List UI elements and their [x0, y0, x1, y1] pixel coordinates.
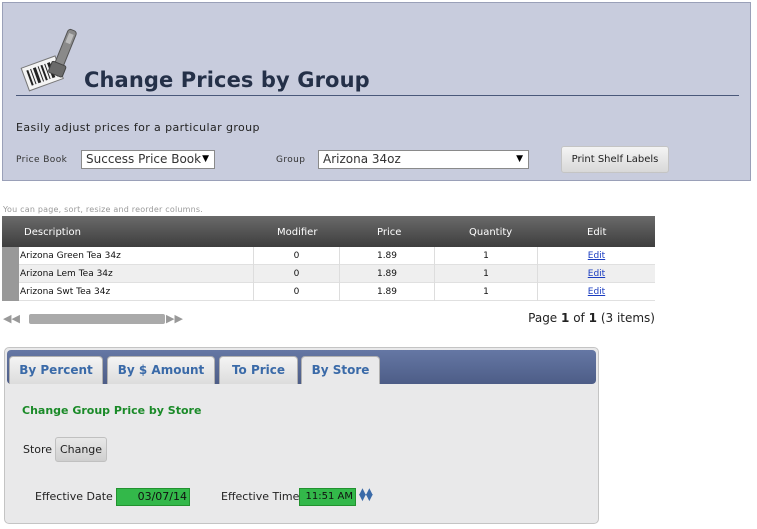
double-arrow-left-icon[interactable]: ◀◀ — [3, 312, 20, 326]
price-book-value: Success Price Book — [86, 152, 202, 166]
edit-link[interactable]: Edit — [588, 251, 605, 261]
cell-price: 1.89 — [340, 247, 435, 265]
tab-by-amount[interactable]: By $ Amount — [107, 356, 215, 384]
grid-body: Arizona Green Tea 34z 0 1.89 1 Edit Ariz… — [2, 247, 655, 302]
group-select[interactable]: Arizona 34oz ▼ — [318, 150, 529, 169]
cell-description: Arizona Swt Tea 34z — [19, 283, 254, 301]
tab-by-store[interactable]: By Store — [301, 356, 380, 384]
store-label: Store — [23, 443, 53, 456]
triangle-down-icon: ▼ — [202, 154, 209, 164]
cell-quantity: 1 — [435, 247, 538, 265]
page-current: 1 — [561, 311, 570, 325]
cell-description: Arizona Lem Tea 34z — [19, 265, 254, 283]
grid-header: Description Modifier Price Quantity Edit — [2, 216, 655, 247]
item-count: (3 items) — [600, 311, 655, 325]
triangle-down-icon: ▼ — [516, 154, 523, 164]
page-word: Page — [528, 311, 558, 325]
column-header-quantity[interactable]: Quantity — [469, 227, 512, 238]
page-total: 1 — [588, 311, 597, 325]
table-row: Arizona Green Tea 34z 0 1.89 1 Edit — [2, 247, 655, 265]
table-row: Arizona Swt Tea 34z 0 1.89 1 Edit — [2, 283, 655, 301]
cell-modifier: 0 — [254, 283, 340, 301]
change-store-button[interactable]: Change — [55, 437, 107, 462]
column-header-edit[interactable]: Edit — [587, 227, 606, 238]
cell-quantity: 1 — [435, 265, 538, 283]
cell-description: Arizona Green Tea 34z — [19, 247, 254, 265]
cell-price: 1.89 — [340, 283, 435, 301]
tab-to-price[interactable]: To Price — [219, 356, 298, 384]
title-divider — [16, 95, 739, 96]
print-shelf-labels-button[interactable]: Print Shelf Labels — [561, 146, 669, 173]
cell-modifier: 0 — [254, 265, 340, 283]
page-info: Page 1 of 1 (3 items) — [528, 311, 655, 325]
cell-price: 1.89 — [340, 265, 435, 283]
tab-by-percent[interactable]: By Percent — [9, 356, 103, 384]
of-word: of — [573, 311, 585, 325]
price-book-select[interactable]: Success Price Book ▼ — [81, 150, 215, 169]
tab-bar: By Percent By $ Amount To Price By Store — [7, 350, 596, 384]
effective-time-input[interactable]: 11:51 AM — [299, 488, 356, 506]
effective-date-input[interactable]: 03/07/14 — [116, 488, 190, 506]
page-scroll-bar[interactable] — [29, 314, 165, 324]
cell-quantity: 1 — [435, 283, 538, 301]
column-header-price[interactable]: Price — [377, 227, 401, 238]
table-row: Arizona Lem Tea 34z 0 1.89 1 Edit — [2, 265, 655, 283]
edit-link[interactable]: Edit — [588, 269, 605, 279]
effective-date-label: Effective Date — [35, 490, 113, 503]
group-label: Group — [276, 155, 306, 165]
up-down-arrows-icon[interactable]: ▲▲ ▼▼ — [359, 488, 373, 503]
price-book-label: Price Book — [16, 155, 68, 165]
row-indicator — [2, 247, 19, 265]
barcode-scanner-icon — [18, 26, 82, 92]
effective-time-label: Effective Time — [221, 490, 300, 503]
grid-pager: ◀◀ ▶▶ — [3, 312, 193, 326]
page-subtitle: Easily adjust prices for a particular gr… — [16, 121, 260, 134]
column-header-description[interactable]: Description — [24, 227, 81, 238]
column-header-modifier[interactable]: Modifier — [277, 227, 317, 238]
row-indicator — [2, 283, 19, 301]
double-arrow-right-icon[interactable]: ▶▶ — [166, 312, 183, 326]
page-title: Change Prices by Group — [84, 68, 370, 92]
price-grid: Description Modifier Price Quantity Edit… — [2, 216, 655, 302]
panel-title: Change Group Price by Store — [22, 404, 202, 417]
row-indicator — [2, 265, 19, 283]
grid-hint: You can page, sort, resize and reorder c… — [3, 205, 204, 214]
cell-modifier: 0 — [254, 247, 340, 265]
group-value: Arizona 34oz — [323, 152, 401, 166]
edit-link[interactable]: Edit — [588, 287, 605, 297]
